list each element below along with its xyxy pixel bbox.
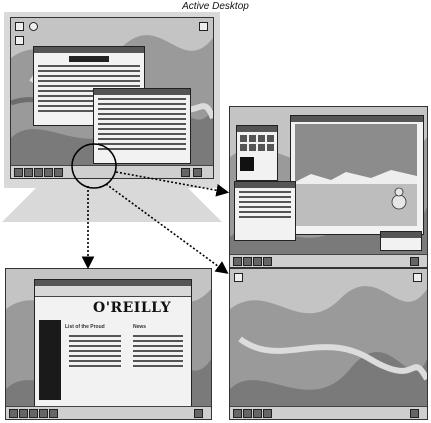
arrow-to-empty-desktop <box>105 183 229 274</box>
active-desktop-diagram: Active Desktop O'REILLY List of the Prou… <box>0 0 431 423</box>
connector-overlay <box>71 143 230 274</box>
arrow-to-paint-desktop <box>115 171 230 197</box>
zoom-circle <box>71 143 117 189</box>
